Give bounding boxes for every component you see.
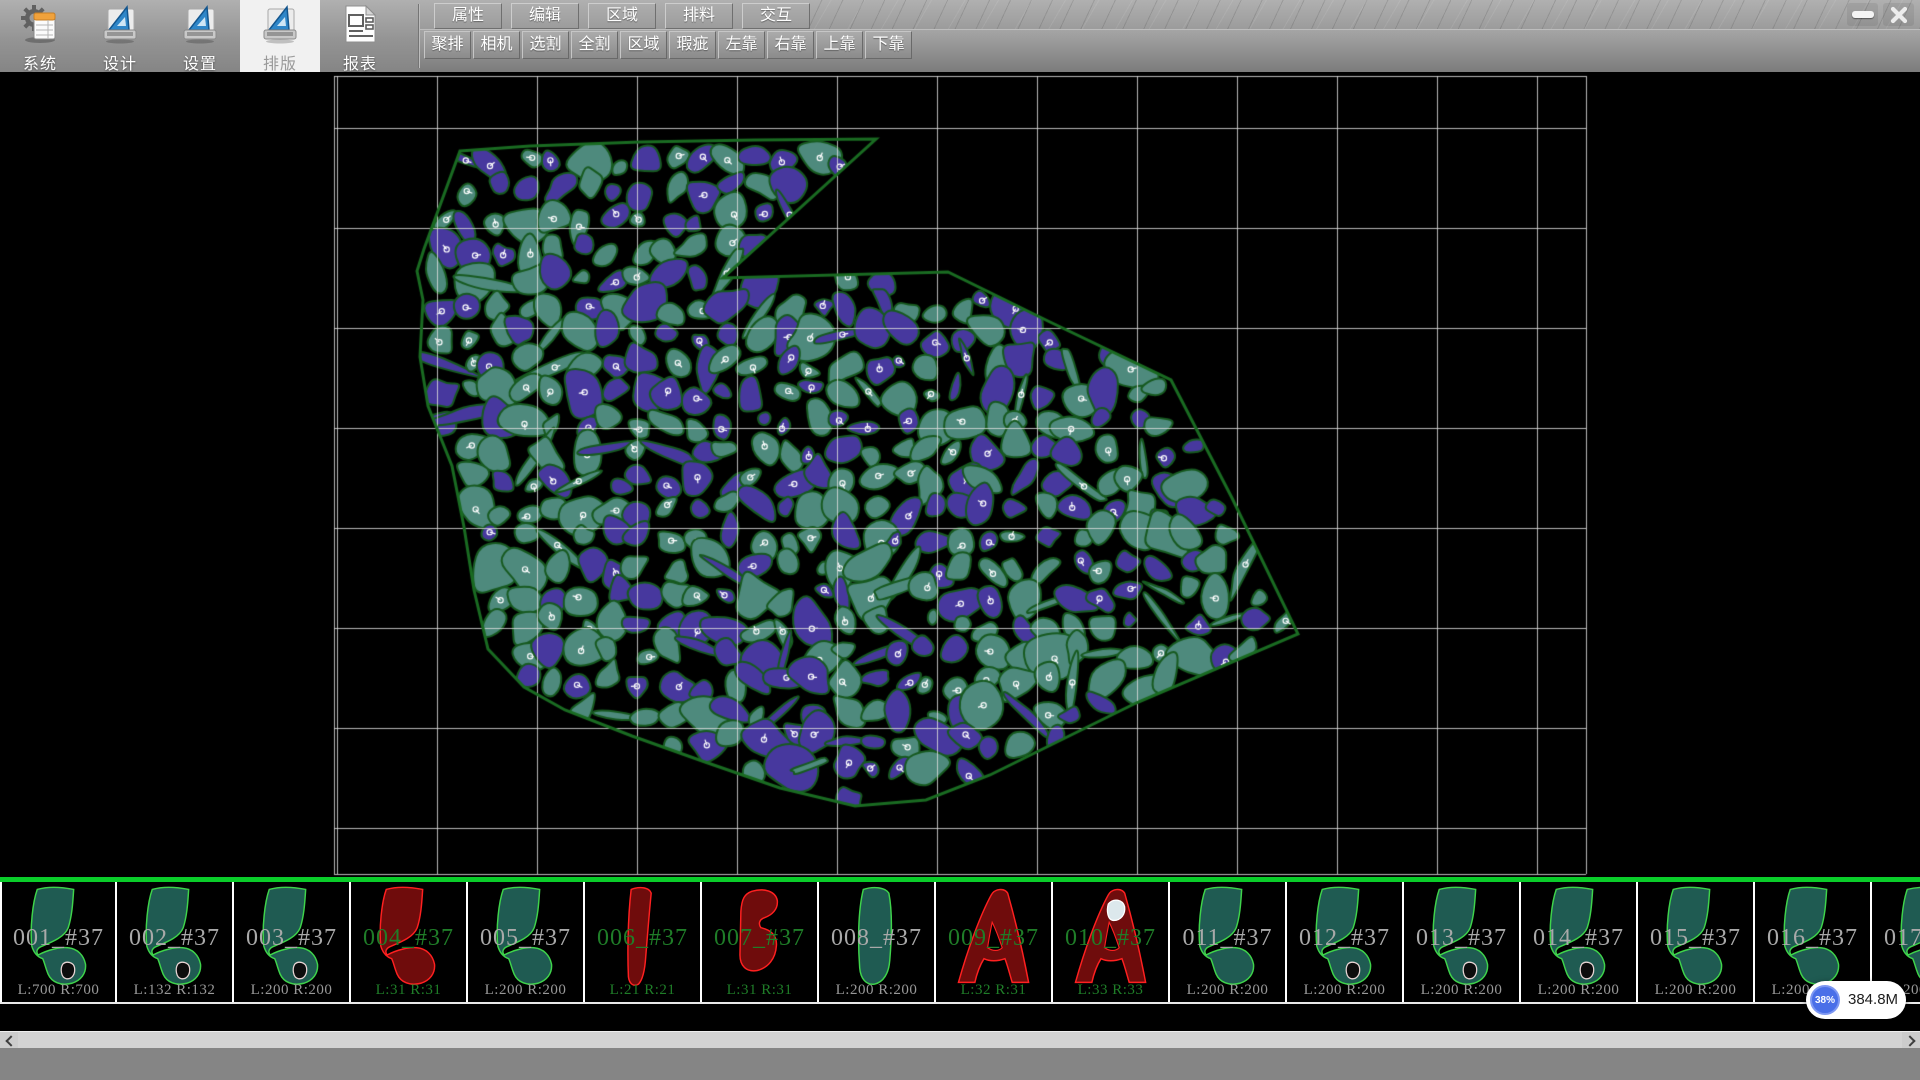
mode-button-label: 设计 bbox=[80, 50, 160, 74]
action-button-9[interactable]: 上靠 bbox=[816, 31, 863, 59]
part-thumbnail[interactable]: 001_#37 L:700 R:700 bbox=[0, 882, 117, 1002]
part-id: 002_#37 bbox=[117, 925, 232, 952]
part-id: 016_#37 bbox=[1755, 925, 1870, 952]
part-thumbnail[interactable]: 010_#37 L:33 R:33 bbox=[1053, 882, 1170, 1002]
mode-button-label: 报表 bbox=[320, 50, 400, 74]
menu-tab-2[interactable]: 编辑 bbox=[511, 3, 579, 29]
scroll-right-arrow-icon[interactable] bbox=[1902, 1032, 1920, 1049]
action-button-7[interactable]: 左靠 bbox=[718, 31, 765, 59]
mode-button-4[interactable]: 排版 bbox=[240, 0, 320, 72]
part-thumbnail[interactable]: 014_#37 L:200 R:200 bbox=[1521, 882, 1638, 1002]
mode-button-2[interactable]: 设计 bbox=[80, 0, 160, 72]
part-thumbnail[interactable]: 011_#37 L:200 R:200 bbox=[1170, 882, 1287, 1002]
window-controls bbox=[1847, 3, 1914, 26]
badge-size-label: 384.8M bbox=[1848, 991, 1898, 1008]
horizontal-scrollbar[interactable] bbox=[0, 1031, 1920, 1048]
mode-button-1[interactable]: 系统 bbox=[0, 0, 80, 72]
part-lr-count: L:200 R:200 bbox=[1287, 982, 1402, 999]
minimize-button[interactable] bbox=[1847, 3, 1878, 26]
action-button-1[interactable]: 聚排 bbox=[424, 31, 471, 59]
menu-tab-row: 属性编辑区域排料交互 bbox=[434, 3, 810, 29]
part-thumbnail[interactable]: 002_#37 L:132 R:132 bbox=[117, 882, 234, 1002]
close-button[interactable] bbox=[1883, 3, 1914, 26]
close-icon bbox=[1890, 6, 1908, 24]
part-lr-count: L:200 R:200 bbox=[819, 982, 934, 999]
design-icon bbox=[259, 3, 301, 45]
part-lr-count: L:200 R:200 bbox=[1170, 982, 1285, 999]
system-icon bbox=[19, 3, 61, 45]
progress-circle-icon: 38% bbox=[1810, 985, 1840, 1015]
design-icon bbox=[179, 3, 221, 45]
part-lr-count: L:31 R:31 bbox=[702, 982, 817, 999]
part-id: 001_#37 bbox=[2, 925, 115, 952]
nesting-canvas[interactable] bbox=[0, 72, 1920, 877]
part-id: 013_#37 bbox=[1404, 925, 1519, 952]
menu-tab-3[interactable]: 区域 bbox=[588, 3, 656, 29]
part-lr-count: L:200 R:200 bbox=[1404, 982, 1519, 999]
part-thumbnail[interactable]: 003_#37 L:200 R:200 bbox=[234, 882, 351, 1002]
action-button-6[interactable]: 瑕疵 bbox=[669, 31, 716, 59]
mode-button-label: 排版 bbox=[240, 50, 320, 74]
part-thumbnail[interactable]: 009_#37 L:32 R:31 bbox=[936, 882, 1053, 1002]
menu-tab-5[interactable]: 交互 bbox=[742, 3, 810, 29]
mode-button-3[interactable]: 设置 bbox=[160, 0, 240, 72]
part-lr-count: L:132 R:132 bbox=[117, 982, 232, 999]
action-button-10[interactable]: 下靠 bbox=[865, 31, 912, 59]
part-lr-count: L:31 R:31 bbox=[351, 982, 466, 999]
part-id: 007_#37 bbox=[702, 925, 817, 952]
part-lr-count: L:200 R:200 bbox=[1521, 982, 1636, 999]
part-lr-count: L:700 R:700 bbox=[2, 982, 115, 999]
scroll-left-arrow-icon[interactable] bbox=[0, 1032, 18, 1049]
toolbar-texture bbox=[806, 0, 1920, 29]
part-thumbnail[interactable]: 013_#37 L:200 R:200 bbox=[1404, 882, 1521, 1002]
action-button-2[interactable]: 相机 bbox=[473, 31, 520, 59]
part-id: 008_#37 bbox=[819, 925, 934, 952]
main-mode-buttons: 系统设计设置排版报表 bbox=[0, 0, 400, 72]
action-button-5[interactable]: 区域 bbox=[620, 31, 667, 59]
part-id: 014_#37 bbox=[1521, 925, 1636, 952]
part-thumbnail[interactable]: 007_#37 L:31 R:31 bbox=[702, 882, 819, 1002]
action-button-row: 聚排相机选割全割区域瑕疵左靠右靠上靠下靠 bbox=[424, 31, 912, 59]
minimize-icon bbox=[1852, 11, 1874, 18]
part-id: 012_#37 bbox=[1287, 925, 1402, 952]
part-id: 003_#37 bbox=[234, 925, 349, 952]
menu-tab-4[interactable]: 排料 bbox=[665, 3, 733, 29]
part-id: 005_#37 bbox=[468, 925, 583, 952]
action-button-3[interactable]: 选割 bbox=[522, 31, 569, 59]
footer-bar bbox=[0, 1048, 1920, 1080]
part-lr-count: L:21 R:21 bbox=[585, 982, 700, 999]
part-id: 006_#37 bbox=[585, 925, 700, 952]
mode-button-label: 设置 bbox=[160, 50, 240, 74]
report-icon bbox=[339, 3, 381, 45]
action-button-8[interactable]: 右靠 bbox=[767, 31, 814, 59]
design-icon bbox=[99, 3, 141, 45]
menu-tab-1[interactable]: 属性 bbox=[434, 3, 502, 29]
part-thumbnail[interactable]: 005_#37 L:200 R:200 bbox=[468, 882, 585, 1002]
part-lr-count: L:33 R:33 bbox=[1053, 982, 1168, 999]
part-lr-count: L:200 R:200 bbox=[234, 982, 349, 999]
mode-button-label: 系统 bbox=[0, 50, 80, 74]
part-thumbnail[interactable]: 012_#37 L:200 R:200 bbox=[1287, 882, 1404, 1002]
part-id: 010_#37 bbox=[1053, 925, 1168, 952]
part-thumbnail[interactable]: 008_#37 L:200 R:200 bbox=[819, 882, 936, 1002]
part-lr-count: L:200 R:200 bbox=[1638, 982, 1753, 999]
mode-button-5[interactable]: 报表 bbox=[320, 0, 400, 72]
nesting-app-window: 系统设计设置排版报表 属性编辑区域排料交互 聚排相机选割全割区域瑕疵左靠右靠上靠… bbox=[0, 0, 1920, 1080]
main-toolbar: 系统设计设置排版报表 属性编辑区域排料交互 聚排相机选割全割区域瑕疵左靠右靠上靠… bbox=[0, 0, 1920, 72]
part-thumbnail[interactable]: 015_#37 L:200 R:200 bbox=[1638, 882, 1755, 1002]
status-badge[interactable]: 38% 384.8M bbox=[1806, 981, 1906, 1019]
action-button-4[interactable]: 全割 bbox=[571, 31, 618, 59]
part-lr-count: L:32 R:31 bbox=[936, 982, 1051, 999]
parts-thumbnail-strip[interactable]: 001_#37L:700 R:700002_#37L:132 R:132003_… bbox=[0, 882, 1920, 1004]
part-thumbnail[interactable]: 004_#37 L:31 R:31 bbox=[351, 882, 468, 1002]
progress-percent: 38% bbox=[1815, 995, 1835, 1006]
part-id: 017_#37 bbox=[1872, 925, 1920, 952]
part-id: 011_#37 bbox=[1170, 925, 1285, 952]
part-id: 004_#37 bbox=[351, 925, 466, 952]
part-lr-count: L:200 R:200 bbox=[468, 982, 583, 999]
part-id: 009_#37 bbox=[936, 925, 1051, 952]
part-thumbnail[interactable]: 006_#37 L:21 R:21 bbox=[585, 882, 702, 1002]
part-id: 015_#37 bbox=[1638, 925, 1753, 952]
